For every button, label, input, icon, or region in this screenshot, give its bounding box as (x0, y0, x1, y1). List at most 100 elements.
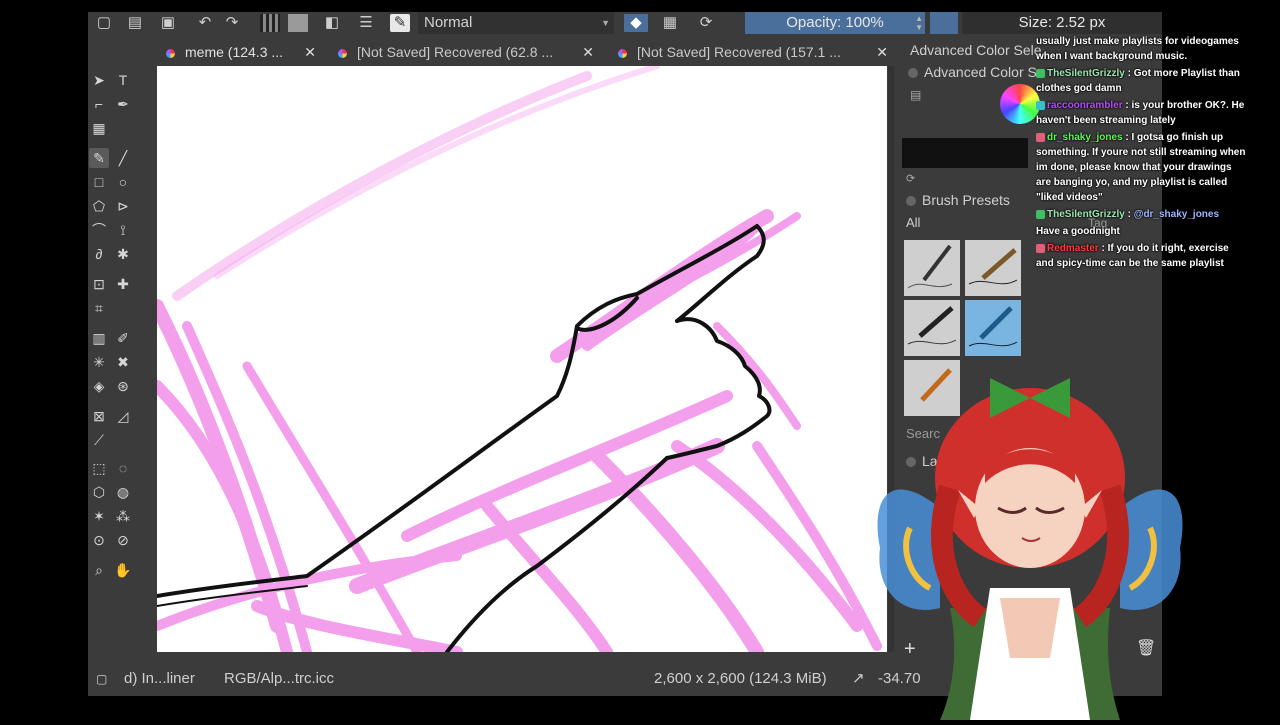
chat-badge-icon (1036, 209, 1045, 219)
docker-float-icon[interactable] (908, 68, 918, 79)
advanced-color-tab[interactable]: Advanced Color Sele (910, 42, 1042, 58)
smart-patch-icon[interactable]: ✳ (89, 352, 109, 372)
color-settings-icon[interactable]: ▤ (910, 88, 921, 102)
fill-tool-icon[interactable]: ◈ (89, 376, 109, 396)
text-tool-icon[interactable]: T (113, 70, 133, 90)
brush-filter-select[interactable]: All (906, 215, 920, 230)
color-wheel[interactable] (1000, 84, 1040, 124)
reload-preset-icon[interactable]: ⟳ (696, 14, 716, 32)
polygon-select-icon[interactable]: ⬡ (89, 482, 109, 502)
blend-mode-select[interactable]: Normal ▼ (418, 12, 614, 34)
chat-message: TheSilentGrizzly : Got more Playlist tha… (1036, 68, 1240, 94)
open-folder-icon[interactable]: ▤ (125, 14, 145, 32)
alpha-lock-icon[interactable]: ▦ (660, 14, 680, 32)
chat-username: TheSilentGrizzly (1047, 68, 1125, 79)
rotation-icon[interactable]: ↗ (852, 667, 865, 691)
chat-text: Have a goodnight (1036, 226, 1120, 237)
color-profile: RGB/Alp...trc.icc (224, 670, 335, 687)
line-tool-icon[interactable]: ╱ (113, 148, 133, 168)
gradient-icon[interactable] (260, 14, 280, 32)
tab-label: [Not Saved] Recovered (157.1 ... (637, 44, 841, 60)
eraser-icon[interactable]: ◆ (624, 14, 648, 32)
size-slider[interactable]: Size: 2.52 px (962, 12, 1162, 34)
assistant-icon[interactable]: ⊠ (89, 406, 109, 426)
freehand-path-icon[interactable]: ⟟ (113, 220, 133, 240)
freehand-brush-icon[interactable]: ✎ (89, 148, 109, 168)
brush-presets-label: Brush Presets (922, 192, 1010, 208)
spin-arrows-icon[interactable]: ▲ ▼ (915, 14, 923, 32)
brush-preset-icon[interactable]: ✎ (390, 14, 410, 32)
contiguous-select-icon[interactable]: ✶ (89, 506, 109, 526)
polyline-tool-icon[interactable]: ⊳ (113, 196, 133, 216)
sketch-artwork (157, 66, 882, 652)
rectangle-tool-icon[interactable]: □ (89, 172, 109, 192)
chevron-down-icon: ▼ (601, 18, 610, 28)
outline-select-icon[interactable]: ◍ (113, 482, 133, 502)
zoom-tool-icon[interactable]: ⌕ (89, 560, 109, 580)
crop-tool-icon[interactable]: ⌗ (89, 298, 109, 318)
chat-text: usually just make playlists for videogam… (1036, 36, 1239, 62)
brush-presets-title: Brush Presets (906, 192, 1010, 208)
chat-username: dr_shaky_jones (1047, 132, 1123, 143)
brush-preset-pencil[interactable] (904, 240, 960, 296)
chat-username: TheSilentGrizzly (1047, 209, 1125, 220)
color-history-strip[interactable] (902, 138, 1028, 168)
move-tool-icon[interactable]: ✚ (113, 274, 133, 294)
chat-text: @dr_shaky_jones (1133, 209, 1220, 220)
calligraphy-icon[interactable]: ✒ (113, 94, 133, 114)
new-document-icon[interactable]: ▢ (94, 14, 114, 32)
krita-icon (166, 48, 175, 58)
similar-select-icon[interactable]: ⁂ (113, 506, 133, 526)
undo-icon[interactable]: ↶ (195, 14, 215, 32)
assistant-tool-icon[interactable]: ✖ (113, 352, 133, 372)
drawing-canvas[interactable] (157, 66, 887, 652)
opacity-slider[interactable]: Opacity: 100% ▲ ▼ (745, 12, 925, 34)
chat-badge-icon (1036, 243, 1045, 253)
tab-recovered-1[interactable]: [Not Saved] Recovered (62.8 ... ✕ (338, 40, 594, 64)
magnetic-select-icon[interactable]: ⊘ (113, 530, 133, 550)
chat-username: raccoonrambler (1047, 100, 1123, 111)
gradient-tool-icon[interactable]: ▥ (89, 328, 109, 348)
brush-preset-ink[interactable] (965, 240, 1021, 296)
reference-tool-icon[interactable]: ⟋ (89, 430, 109, 450)
transform-tool-icon[interactable]: ⊡ (89, 274, 109, 294)
close-icon[interactable]: ✕ (304, 40, 316, 64)
edit-shapes-icon[interactable]: ⌐ (89, 94, 109, 114)
brush-name: d) In...liner (124, 670, 195, 687)
brush-settings-icon[interactable]: ☰ (356, 14, 376, 32)
ellipse-select-icon[interactable]: ◌ (113, 458, 133, 478)
krita-icon (618, 48, 627, 58)
brush-preset-marker[interactable] (904, 300, 960, 356)
polygon-tool-icon[interactable]: ⬠ (89, 196, 109, 216)
select-shapes-icon[interactable]: ➤ (89, 70, 109, 90)
pan-tool-icon[interactable]: ✋ (113, 560, 133, 580)
chat-badge-icon (1036, 68, 1045, 78)
opacity-label: Opacity: 100% (786, 14, 884, 31)
ellipse-tool-icon[interactable]: ○ (113, 172, 133, 192)
redo-icon[interactable]: ↷ (222, 14, 242, 32)
tab-label: [Not Saved] Recovered (62.8 ... (357, 44, 554, 60)
chat-message: TheSilentGrizzly : @dr_shaky_jones (1036, 207, 1246, 222)
bezier-tool-icon[interactable]: ⌒ (89, 220, 109, 240)
color-picker-icon[interactable]: ✐ (113, 328, 133, 348)
tab-recovered-2[interactable]: [Not Saved] Recovered (157.1 ... ✕ (618, 40, 888, 64)
dynamic-brush-icon[interactable]: ∂ (89, 244, 109, 264)
chat-message: usually just make playlists for videogam… (1036, 34, 1246, 64)
brush-preset-inliner[interactable] (965, 300, 1021, 356)
gradient-editor-icon[interactable]: ▦ (89, 118, 109, 138)
pattern-icon[interactable] (288, 14, 308, 32)
measure-tool-icon[interactable]: ◿ (113, 406, 133, 426)
color-swap-icon[interactable]: ◧ (322, 14, 342, 32)
main-toolbar: ▢ ▤ ▣ ↶ ↷ ◧ ☰ ✎ Normal ▼ ◆ ▦ ⟳ Opacity: … (88, 12, 1162, 36)
tab-label: meme (124.3 ... (185, 44, 284, 60)
close-icon[interactable]: ✕ (582, 40, 594, 64)
tab-meme[interactable]: meme (124.3 ... ✕ (166, 40, 316, 64)
enclose-fill-icon[interactable]: ⊛ (113, 376, 133, 396)
bezier-select-icon[interactable]: ⊙ (89, 530, 109, 550)
docker-float-icon[interactable] (906, 196, 916, 207)
save-icon[interactable]: ▣ (158, 14, 178, 32)
multibrush-icon[interactable]: ✱ (113, 244, 133, 264)
rect-select-icon[interactable]: ⬚ (89, 458, 109, 478)
close-icon[interactable]: ✕ (876, 40, 888, 64)
refresh-icon[interactable]: ⟳ (906, 172, 915, 185)
